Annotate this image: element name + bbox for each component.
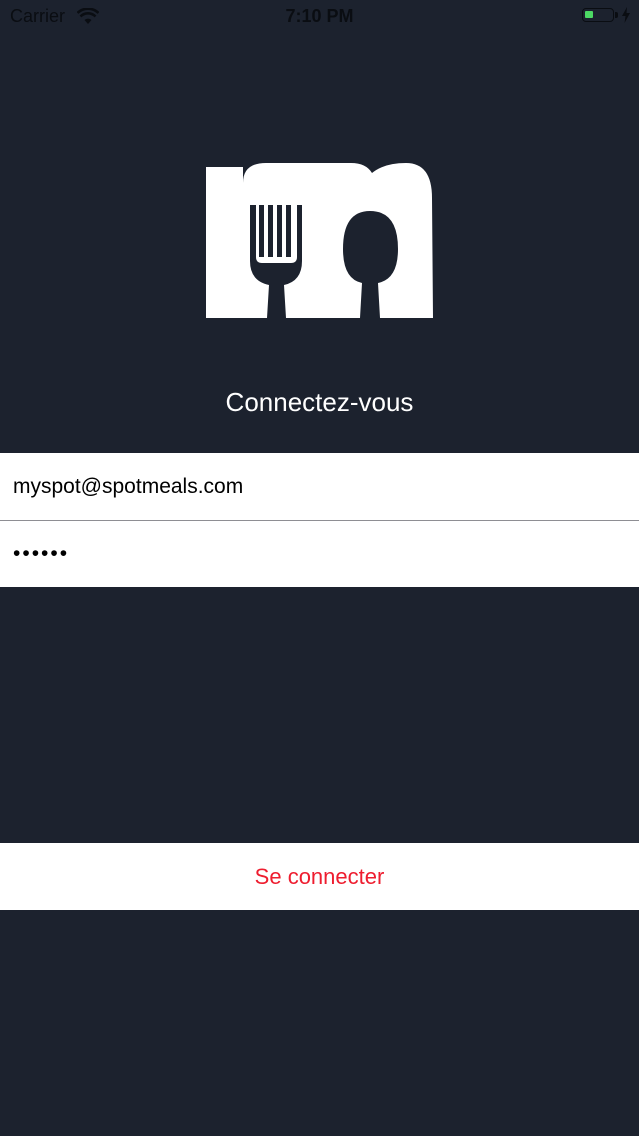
password-input[interactable] bbox=[13, 542, 613, 566]
password-field[interactable] bbox=[0, 520, 639, 587]
status-time: 7:10 PM bbox=[285, 6, 354, 26]
login-heading: Connectez-vous bbox=[225, 387, 414, 417]
battery-fill bbox=[585, 11, 593, 18]
battery-icon bbox=[582, 8, 614, 22]
spotmeals-logo bbox=[206, 163, 433, 318]
status-bar: Carrier 7:10 PM bbox=[0, 0, 639, 34]
email-input[interactable] bbox=[13, 474, 613, 499]
battery-tip bbox=[615, 12, 618, 18]
battery-indicator bbox=[582, 7, 631, 23]
charging-bolt-icon bbox=[622, 7, 630, 23]
email-field[interactable] bbox=[0, 453, 639, 520]
login-button[interactable]: Se connecter bbox=[0, 843, 639, 910]
